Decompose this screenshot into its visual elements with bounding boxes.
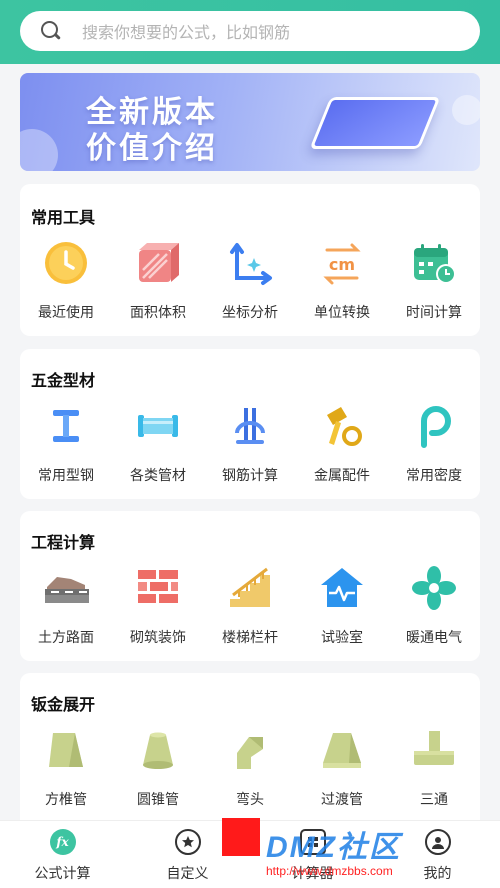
tee-pipe-icon <box>411 727 457 773</box>
star-icon <box>174 829 201 855</box>
tool-coordinate[interactable]: 坐标分析 <box>204 240 296 322</box>
tab-label: 我的 <box>423 865 452 881</box>
search-icon <box>40 20 62 42</box>
tool-elbow[interactable]: 弯头 <box>204 727 296 809</box>
tab-custom[interactable]: 自定义 <box>125 821 250 888</box>
calculator-icon <box>299 829 326 855</box>
tool-time-calc[interactable]: 时间计算 <box>388 240 480 322</box>
item-label: 常用密度 <box>406 467 462 483</box>
clock-icon <box>43 240 89 286</box>
tool-area-volume[interactable]: 面积体积 <box>112 240 204 322</box>
promo-banner[interactable]: 全新版本 价值介绍 <box>20 73 480 171</box>
tool-metal-parts[interactable]: 金属配件 <box>296 403 388 485</box>
item-label: 常用型钢 <box>38 467 94 483</box>
section-title: 工程计算 <box>31 535 96 552</box>
item-label: 时间计算 <box>406 304 462 320</box>
fx-icon: fx <box>49 829 76 855</box>
tab-calculator[interactable]: 计算器 <box>250 821 375 888</box>
i-beam-icon <box>43 403 89 449</box>
rebar-icon <box>227 403 273 449</box>
tool-rebar[interactable]: 钢筋计算 <box>204 403 296 485</box>
item-label: 过渡管 <box>321 791 363 807</box>
svg-text:cm: cm <box>329 255 355 274</box>
item-label: 暖通电气 <box>406 629 462 645</box>
item-label: 圆锥管 <box>137 791 179 807</box>
section-title: 钣金展开 <box>31 697 96 714</box>
tool-unit-convert[interactable]: cm 单位转换 <box>296 240 388 322</box>
item-label: 最近使用 <box>38 304 94 320</box>
item-label: 各类管材 <box>130 467 186 483</box>
tool-transition-pipe[interactable]: 过渡管 <box>296 727 388 809</box>
item-label: 砌筑装饰 <box>130 629 186 645</box>
tool-square-cone[interactable]: 方椎管 <box>20 727 112 809</box>
density-icon <box>411 403 457 449</box>
item-label: 金属配件 <box>314 467 370 483</box>
item-label: 楼梯栏杆 <box>222 629 278 645</box>
tab-mine[interactable]: 我的 <box>375 821 500 888</box>
tool-density[interactable]: 常用密度 <box>388 403 480 485</box>
tool-laboratory[interactable]: 试验室 <box>296 565 388 647</box>
tab-label: 自定义 <box>166 865 209 881</box>
section-title: 五金型材 <box>31 373 96 390</box>
tool-pipes[interactable]: 各类管材 <box>112 403 204 485</box>
road-icon <box>43 565 89 611</box>
section-common-tools: 常用工具 最近使用 面积体积 坐标分析 cm 单位转换 时间计算 <box>20 184 480 336</box>
bottom-tab-bar: fx 公式计算 自定义 计算器 我的 <box>0 820 500 888</box>
user-icon <box>424 829 451 855</box>
lab-house-icon <box>319 565 365 611</box>
calendar-icon <box>411 240 457 286</box>
item-label: 面积体积 <box>130 304 186 320</box>
coordinate-axis-icon <box>227 240 273 286</box>
cube-icon <box>135 240 181 286</box>
section-hardware-profiles: 五金型材 常用型钢 各类管材 钢筋计算 金属配件 常用密度 <box>20 349 480 499</box>
banner-decoration <box>452 95 480 125</box>
brick-wall-icon <box>135 565 181 611</box>
tool-recent[interactable]: 最近使用 <box>20 240 112 322</box>
item-label: 土方路面 <box>38 629 94 645</box>
item-label: 三通 <box>420 791 448 807</box>
elbow-icon <box>227 727 273 773</box>
tab-label: 计算器 <box>291 865 334 881</box>
stairs-icon <box>227 565 273 611</box>
item-label: 方椎管 <box>45 791 87 807</box>
phone-illustration <box>309 97 441 149</box>
pipe-icon <box>135 403 181 449</box>
tool-earthwork-road[interactable]: 土方路面 <box>20 565 112 647</box>
item-label: 弯头 <box>236 791 264 807</box>
transition-pipe-icon <box>319 727 365 773</box>
fan-icon <box>411 565 457 611</box>
banner-title-line2: 价值介绍 <box>86 132 218 165</box>
item-label: 坐标分析 <box>222 304 278 320</box>
section-engineering: 工程计算 土方路面 砌筑装饰 楼梯栏杆 试验室 暖通电气 <box>20 511 480 661</box>
tool-stairs[interactable]: 楼梯栏杆 <box>204 565 296 647</box>
search-placeholder: 搜索你想要的公式，比如钢筋 <box>82 25 291 42</box>
header-bar: 搜索你想要的公式，比如钢筋 <box>0 0 500 64</box>
tool-masonry[interactable]: 砌筑装饰 <box>112 565 204 647</box>
item-label: 钢筋计算 <box>222 467 278 483</box>
tab-label: 公式计算 <box>34 865 91 881</box>
item-label: 单位转换 <box>314 304 370 320</box>
round-cone-icon <box>135 727 181 773</box>
tool-steel-section[interactable]: 常用型钢 <box>20 403 112 485</box>
square-cone-icon <box>43 727 89 773</box>
section-title: 常用工具 <box>31 210 96 227</box>
hammer-icon <box>319 403 365 449</box>
tool-round-cone[interactable]: 圆锥管 <box>112 727 204 809</box>
unit-convert-icon: cm <box>319 240 365 286</box>
tab-formula-calc[interactable]: fx 公式计算 <box>0 821 125 888</box>
tool-tee[interactable]: 三通 <box>388 727 480 809</box>
banner-decoration <box>20 129 58 171</box>
search-bar[interactable]: 搜索你想要的公式，比如钢筋 <box>20 11 480 51</box>
section-sheet-metal: 钣金展开 方椎管 圆锥管 弯头 过渡管 三通 <box>20 673 480 833</box>
item-label: 试验室 <box>321 629 363 645</box>
tool-hvac-electric[interactable]: 暖通电气 <box>388 565 480 647</box>
